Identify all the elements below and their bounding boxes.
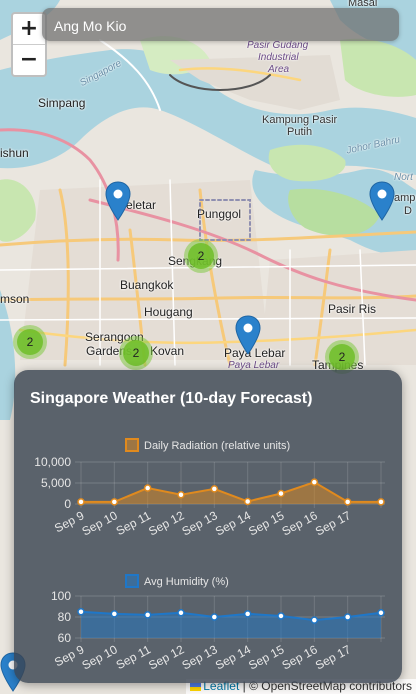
map-marker-pin[interactable]	[369, 181, 395, 221]
map-label-punggol: Punggol	[197, 207, 242, 221]
map-label-putih: Putih	[287, 126, 313, 138]
legend-label: Avg Humidity (%)	[144, 576, 229, 588]
x-tick-label: Sep 12	[146, 642, 186, 672]
map-label-industrial: Industrial	[258, 52, 299, 63]
data-point[interactable]	[210, 485, 219, 493]
x-tick-label: Sep 13	[180, 642, 220, 672]
marker-cluster[interactable]: 2	[184, 239, 218, 273]
x-tick-label: Sep 11	[114, 642, 154, 672]
map-label-mson: mson	[0, 292, 30, 306]
x-tick-label: Sep 10	[80, 642, 120, 672]
y-tick-label: 10,000	[34, 455, 71, 469]
leaflet-flag-icon	[190, 682, 202, 691]
map-label-hougang: Hougang	[144, 305, 193, 319]
map-label-d: D	[404, 205, 412, 217]
data-point[interactable]	[177, 609, 185, 617]
data-point[interactable]	[277, 489, 285, 498]
x-tick-label: Sep 15	[246, 508, 286, 538]
legend-swatch	[125, 438, 139, 452]
y-tick-label: 0	[64, 497, 71, 511]
y-tick-label: 100	[51, 589, 71, 603]
x-tick-label: Sep 10	[80, 508, 120, 538]
marker-cluster-count: 2	[123, 340, 149, 366]
map-label-pasir-ris: Pasir Ris	[328, 302, 377, 316]
data-point[interactable]	[77, 608, 85, 616]
data-point[interactable]	[143, 611, 152, 619]
x-tick-label: Sep 14	[213, 508, 253, 538]
map-label-area: Area	[268, 64, 290, 75]
x-tick-label: Sep 17	[313, 642, 353, 672]
data-point[interactable]	[243, 610, 252, 618]
x-tick-label: Sep 15	[246, 642, 286, 672]
radiation-chart: Daily Radiation (relative units) 10,000 5,…	[34, 438, 385, 539]
x-tick-label: Sep 14	[213, 642, 253, 672]
weather-forecast-panel: Singapore Weather (10-day Forecast) Dail…	[14, 370, 402, 683]
search-input[interactable]	[52, 8, 386, 43]
zoom-out-button[interactable]: −	[13, 44, 45, 75]
map-label-buangkok: Buangkok	[120, 278, 174, 292]
data-point[interactable]	[177, 491, 185, 499]
data-point[interactable]	[243, 497, 252, 506]
series-area	[81, 482, 381, 504]
data-point[interactable]	[310, 478, 319, 486]
data-point[interactable]	[77, 498, 85, 506]
y-tick-label: 60	[58, 631, 72, 645]
y-tick-label: 80	[58, 610, 72, 624]
marker-cluster-count: 2	[17, 329, 43, 355]
map-label-simpang: Simpang	[38, 96, 86, 110]
data-point[interactable]	[110, 610, 119, 618]
data-point[interactable]	[143, 484, 152, 492]
search-box	[42, 8, 399, 43]
map-marker-pin[interactable]	[105, 181, 131, 221]
zoom-in-button[interactable]: +	[13, 14, 45, 44]
data-point[interactable]	[277, 612, 285, 620]
map-label-kovan: Kovan	[150, 344, 185, 358]
humidity-chart: Avg Humidity (%)1008060Sep 9Sep 10Sep 11…	[51, 574, 385, 673]
data-point[interactable]	[210, 613, 219, 621]
data-point[interactable]	[310, 616, 319, 624]
map-label-kampung-pasir: Kampung Pasir	[262, 114, 338, 126]
legend-label: Daily Radiation (relative units)	[144, 440, 290, 452]
y-tick-label: 5,000	[41, 476, 71, 490]
x-tick-label: Sep 12	[146, 508, 186, 538]
x-tick-label: Sep 13	[180, 508, 220, 538]
data-point[interactable]	[110, 498, 119, 506]
map-marker-pin[interactable]	[235, 315, 261, 355]
data-point[interactable]	[343, 613, 352, 621]
map-label-north: Nort	[394, 172, 413, 183]
marker-cluster-count: 2	[329, 344, 355, 370]
marker-cluster[interactable]: 2	[119, 336, 153, 370]
panel-title: Singapore Weather (10-day Forecast)	[30, 390, 313, 407]
chart-legend[interactable]: Avg Humidity (%)	[125, 574, 229, 588]
chart-legend[interactable]: Daily Radiation (relative units)	[125, 438, 290, 452]
marker-cluster-count: 2	[188, 243, 214, 269]
map-label-kampung: ampu	[394, 192, 416, 204]
x-tick-label: Sep 11	[114, 508, 154, 538]
data-point[interactable]	[377, 609, 385, 617]
x-tick-label: Sep 16	[280, 508, 320, 538]
data-point[interactable]	[377, 498, 385, 506]
map-label-ishun: ishun	[0, 146, 29, 160]
legend-swatch	[125, 574, 139, 588]
x-tick-label: Sep 17	[313, 508, 353, 538]
data-point[interactable]	[343, 498, 352, 506]
x-tick-label: Sep 16	[280, 642, 320, 672]
marker-cluster[interactable]: 2	[325, 340, 359, 374]
marker-cluster[interactable]: 2	[13, 325, 47, 359]
